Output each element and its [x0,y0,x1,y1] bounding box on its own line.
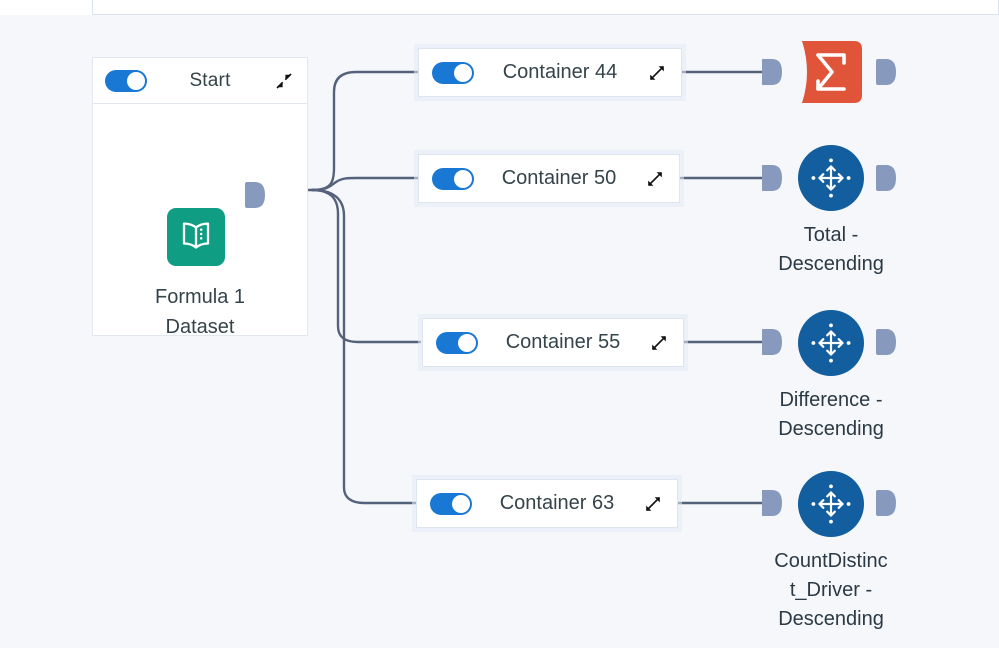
start-node[interactable]: Start Formula 1 Dataset [92,57,308,338]
summarize-tool-node[interactable] [798,39,864,105]
container-node-55[interactable]: Container 55 [422,318,684,367]
sort-difference-label-line-1: Difference - [779,389,883,411]
start-title: Start [189,69,231,91]
container-node-44[interactable]: Container 44 [418,48,682,97]
sort-tool-node-countdistinct[interactable]: CountDistinc t_Driver - Descending [774,471,888,630]
four-way-arrow-icon [798,471,864,537]
book-dataset-icon[interactable] [167,208,225,266]
expand-arrows-icon[interactable] [648,332,670,354]
start-node-body: Formula 1 Dataset [93,104,307,338]
summarize-output-port[interactable] [876,59,896,85]
sort-difference-input-port[interactable] [762,329,782,355]
sort-countdistinct-output-port[interactable] [876,490,896,516]
container-63-toggle[interactable] [430,492,472,515]
sort-countdistinct-label-line-2: t_Driver - [789,579,873,601]
dataset-label-line-1: Formula 1 [154,286,246,308]
container-node-50[interactable]: Container 50 [418,154,680,203]
expand-arrows-icon[interactable] [646,62,668,84]
sort-tool-node-difference[interactable]: Difference - Descending [778,310,884,440]
sort-countdistinct-label-line-3: Descending [778,608,884,630]
four-way-arrow-icon [798,310,864,376]
sort-tool-node-total[interactable]: Total - Descending [778,145,884,275]
sort-countdistinct-input-port[interactable] [762,490,782,516]
sort-countdistinct-label-line-1: CountDistinc [774,550,888,572]
dataset-output-port[interactable] [245,182,265,208]
start-node-header: Start [93,58,307,104]
dataset-label: Formula 1 Dataset [93,282,307,342]
start-toggle[interactable] [105,69,147,92]
sort-tool-label-total: Total - Descending [756,221,906,279]
container-node-63[interactable]: Container 63 [416,479,678,528]
container-55-toggle[interactable] [436,331,478,354]
sort-tool-label-difference: Difference - Descending [756,386,906,444]
summarize-input-port[interactable] [762,59,782,85]
sort-total-output-port[interactable] [876,165,896,191]
container-50-label: Container 50 [501,167,617,189]
collapse-arrows-icon[interactable] [273,70,295,92]
sigma-summarize-icon [798,39,864,105]
sort-total-label-line-2: Descending [778,253,884,275]
sort-total-label-line-1: Total - [803,224,859,246]
expand-arrows-icon[interactable] [642,493,664,515]
container-63-label: Container 63 [499,492,615,514]
sort-total-input-port[interactable] [762,165,782,191]
expand-arrows-icon[interactable] [644,168,666,190]
four-way-arrow-icon [798,145,864,211]
sort-difference-output-port[interactable] [876,329,896,355]
sort-tool-label-countdistinct: CountDistinc t_Driver - Descending [756,547,906,634]
container-44-label: Container 44 [502,61,618,83]
container-55-label: Container 55 [505,331,621,353]
workflow-canvas: Start Formula 1 Dataset Container 44 Con… [0,0,999,669]
top-panel-edge [92,0,999,15]
dataset-label-line-2: Dataset [165,316,235,338]
sort-difference-label-line-2: Descending [778,418,884,440]
container-44-toggle[interactable] [432,61,474,84]
container-50-toggle[interactable] [432,167,474,190]
